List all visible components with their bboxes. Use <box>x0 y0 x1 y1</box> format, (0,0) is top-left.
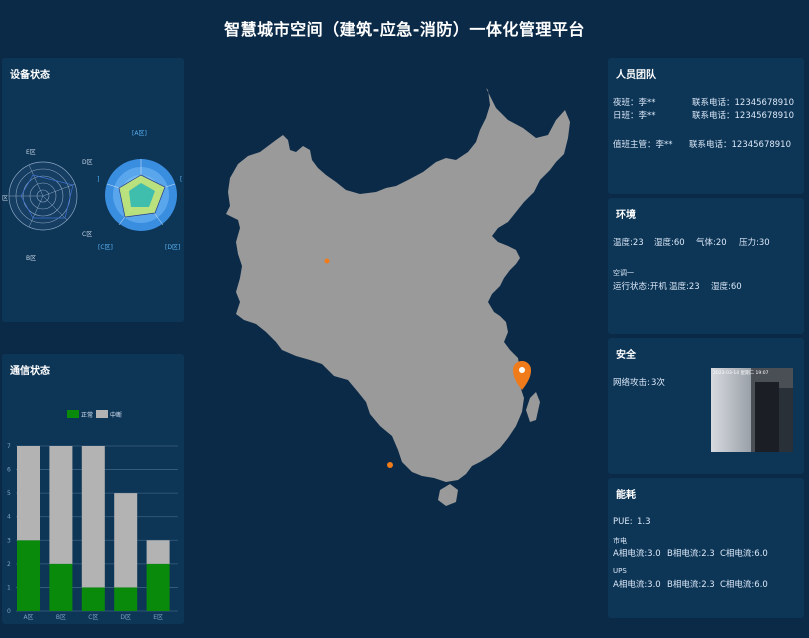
map-land <box>226 82 570 482</box>
mains-phase-a: A相电流:3.0 <box>613 549 661 559</box>
bar-interrupt <box>17 446 40 541</box>
personnel-panel: 人员团队 夜班：李** 联系电话：12345678910 日班：李** 联系电话… <box>608 58 804 194</box>
comm-status-bar-chart: 正常 中断 0 1 2 3 4 5 6 7 A区 B区 C区 D区 E区 <box>7 410 178 621</box>
personnel-role-3: 值班主管：李** <box>613 140 673 150</box>
camera-wall <box>711 368 751 452</box>
bar-interrupt <box>146 540 170 564</box>
pue-label: PUE: <box>613 517 633 527</box>
y-tick-label: 3 <box>7 537 11 544</box>
bar-normal <box>49 563 73 611</box>
env-humidity: 湿度:60 <box>654 238 685 248</box>
camera-rack <box>755 382 779 452</box>
map-island-hainan <box>438 484 458 506</box>
y-tick-label: 0 <box>7 608 11 615</box>
comm-status-panel: 通信状态 正常 中断 01234567 A区 B区 C区 D区 E区 <box>2 354 184 624</box>
bar-normal <box>114 587 138 611</box>
radar1-label-a: 区 <box>2 195 8 202</box>
radar2-label-a: [A区] <box>132 130 147 137</box>
x-tick-label: C区 <box>88 614 98 621</box>
bar-normal <box>81 587 105 611</box>
x-tick-label: E区 <box>153 614 163 621</box>
mains-phase-b: B相电流:2.3 <box>667 549 715 559</box>
radar1-label-b: B区 <box>26 255 36 262</box>
env-gas: 气体:20 <box>696 238 727 248</box>
personnel-title: 人员团队 <box>616 70 656 81</box>
radar-chart-1 <box>8 161 78 231</box>
y-tick-label: 4 <box>7 514 11 521</box>
pue-value: 1.3 <box>637 517 651 527</box>
ups-phase-c: C相电流:6.0 <box>720 580 768 590</box>
bar-interrupt <box>114 493 138 588</box>
ac-label: 空调一 <box>613 269 634 277</box>
radar1-label-d: D区 <box>82 159 93 166</box>
legend-normal-swatch <box>67 410 79 418</box>
personnel-phone-3: 联系电话：12345678910 <box>689 140 791 150</box>
energy-panel: 能耗 PUE: 1.3 市电 A相电流:3.0 B相电流:2.3 C相电流:6.… <box>608 478 804 618</box>
device-status-panel: 设备状态 E区 D区 C区 B区 区 [A区] [D区] [C区] [] <box>2 58 184 322</box>
radar1-label-e: E区 <box>26 149 36 156</box>
mains-label: 市电 <box>613 537 627 545</box>
x-tick-label: D区 <box>120 614 131 621</box>
legend-normal-label: 正常 <box>81 411 93 419</box>
security-title: 安全 <box>616 350 636 361</box>
camera-feed[interactable]: 2023-03-14 星期二 19:07 <box>711 368 793 452</box>
legend-interrupt-label: 中断 <box>110 411 122 419</box>
y-tick-label: 6 <box>7 467 11 474</box>
y-tick-label: 5 <box>7 490 11 497</box>
map-island-taiwan <box>526 392 540 422</box>
environment-panel: 环境 温度:23 湿度:60 气体:20 压力:30 空调一 运行状态:开机 温… <box>608 198 804 334</box>
personnel-role-2: 日班：李** <box>613 111 656 121</box>
network-attack-label: 网络攻击: <box>613 378 650 388</box>
radar-chart-2 <box>105 159 177 231</box>
mains-phase-c: C相电流:6.0 <box>720 549 768 559</box>
x-tick-label: A区 <box>23 614 33 621</box>
env-temperature: 温度:23 <box>613 238 644 248</box>
map-marker-south <box>387 462 393 468</box>
camera-rack-2 <box>779 388 793 452</box>
energy-title: 能耗 <box>616 490 636 501</box>
camera-timestamp: 2023-03-14 星期二 19:07 <box>713 371 769 376</box>
y-tick-label: 1 <box>7 584 11 591</box>
map-marker-west <box>324 258 330 264</box>
radar2-label-e: [ <box>180 176 182 183</box>
ups-label: UPS <box>613 567 627 575</box>
bar-normal <box>146 563 170 611</box>
personnel-phone-2: 联系电话：12345678910 <box>692 111 794 121</box>
bar-interrupt <box>49 446 73 564</box>
ac-status: 运行状态:开机 <box>613 282 667 292</box>
x-tick-label: B区 <box>56 614 66 621</box>
environment-title: 环境 <box>616 210 636 221</box>
page-title: 智慧城市空间（建筑-应急-消防）一体化管理平台 <box>224 20 585 39</box>
ac-temperature: 温度:23 <box>669 282 700 292</box>
ac-humidity: 湿度:60 <box>711 282 742 292</box>
china-map[interactable] <box>218 80 588 550</box>
bar-normal <box>17 540 40 611</box>
radar1-label-c: C区 <box>82 231 92 238</box>
radar2-label-c: [C区] <box>98 244 113 251</box>
y-tick-label: 7 <box>7 443 11 450</box>
y-tick-label: 2 <box>7 561 11 568</box>
ups-phase-a: A相电流:3.0 <box>613 580 661 590</box>
ups-phase-b: B相电流:2.3 <box>667 580 715 590</box>
personnel-role-1: 夜班：李** <box>613 98 656 108</box>
radar2-label-d: [D区] <box>165 244 180 251</box>
bar-interrupt <box>81 446 105 588</box>
personnel-phone-1: 联系电话：12345678910 <box>692 98 794 108</box>
security-panel: 安全 网络攻击: 3次 2023-03-14 星期二 19:07 <box>608 338 804 474</box>
env-pressure: 压力:30 <box>739 238 770 248</box>
legend-interrupt-swatch <box>96 410 108 418</box>
device-radar-charts: E区 D区 C区 B区 区 [A区] [D区] [C区] [ ] <box>2 130 182 262</box>
network-attack-count: 3次 <box>651 378 665 388</box>
radar2-label-b: ] <box>97 176 99 183</box>
